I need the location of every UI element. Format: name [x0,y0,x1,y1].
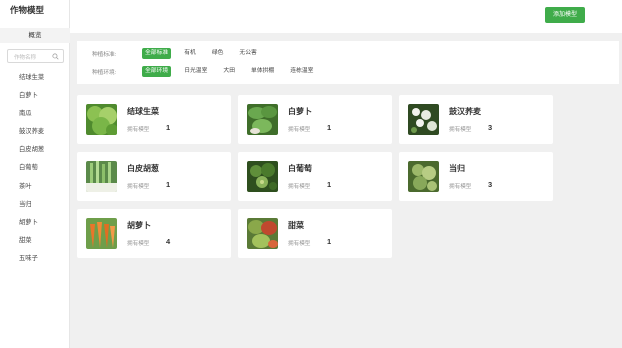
crop-card[interactable]: 当归 拥有模型 3 [399,152,553,201]
crop-name: 鼓汉荞麦 [449,107,481,116]
crop-card[interactable]: 鼓汉荞麦 拥有模型 3 [399,95,553,144]
filter-chip-all-environment[interactable]: 全部环境 [142,65,172,77]
carrot-image [86,218,117,249]
model-count-label: 拥有模型 [449,127,472,133]
model-count: 1 [166,180,171,189]
model-count: 3 [488,123,493,132]
crop-name: 结球生菜 [127,107,159,116]
crop-name: 甜菜 [288,221,304,230]
crop-card-grid: 结球生菜 拥有模型 1 白萝卜 拥有模型 1 鼓汉荞麦 拥有模型 3 白皮胡葱 … [77,95,557,261]
buckwheat-image [408,104,439,135]
sidebar-item-buckwheat[interactable]: 鼓汉荞麦 [19,123,44,141]
sidebar-item-carrot[interactable]: 胡萝卜 [19,214,44,232]
model-count: 1 [327,180,332,189]
filter-chip-organic[interactable]: 有机 [181,48,199,59]
model-count: 3 [488,180,493,189]
sidebar-item-beet[interactable]: 甜菜 [19,232,44,250]
crop-name: 白皮胡葱 [127,164,159,173]
filter-chip-solar-greenhouse[interactable]: 日光温室 [181,66,210,77]
model-count: 4 [166,237,171,246]
filter-chip-field[interactable]: 大田 [220,66,238,77]
sidebar-item-angelica[interactable]: 当归 [19,196,44,214]
sidebar-item-pumpkin[interactable]: 南瓜 [19,105,44,123]
filter-chip-all-standard[interactable]: 全部标准 [142,47,172,59]
crop-card[interactable]: 白葡萄 拥有模型 1 [238,152,392,201]
crop-name: 白萝卜 [288,107,312,116]
crop-card[interactable]: 胡萝卜 拥有模型 4 [77,209,231,258]
sidebar-item-tea[interactable]: 茶叶 [19,178,44,196]
model-count: 1 [327,237,332,246]
model-count-label: 拥有模型 [127,127,150,133]
search-input[interactable]: 作物名称 [7,49,64,63]
beet-image [247,218,278,249]
filter-label-standard: 种植标准: [92,51,117,58]
crop-name: 白葡萄 [288,164,312,173]
model-count-label: 拥有模型 [127,241,150,247]
app-title: 作物模型 [10,5,45,15]
sidebar-item-radish[interactable]: 白萝卜 [19,87,44,105]
crop-card[interactable]: 结球生菜 拥有模型 1 [77,95,231,144]
sidebar-item-schisandra[interactable]: 五味子 [19,250,44,268]
onion-image [86,161,117,192]
model-count: 1 [327,123,332,132]
crop-name: 当归 [449,164,465,173]
sidebar-item-lettuce[interactable]: 结球生菜 [19,69,44,87]
model-count-label: 拥有模型 [127,184,150,190]
filter-chip-multi-span-greenhouse[interactable]: 连栋温室 [287,66,316,77]
top-bar [70,0,622,33]
model-count: 1 [166,123,171,132]
sidebar-item-overview[interactable]: 概览 [0,28,70,43]
model-count-label: 拥有模型 [449,184,472,190]
add-model-button[interactable]: 添加模型 [545,7,585,23]
filter-row-environment: 种植环境: 全部环境 日光温室 大田 单体拱棚 连栋温室 [92,65,326,77]
crop-card[interactable]: 甜菜 拥有模型 1 [238,209,392,258]
crop-card[interactable]: 白皮胡葱 拥有模型 1 [77,152,231,201]
filter-chip-pollution-free[interactable]: 无公害 [236,48,259,59]
sidebar-item-onion[interactable]: 白皮胡葱 [19,141,44,159]
sidebar-nav: 结球生菜 白萝卜 南瓜 鼓汉荞麦 白皮胡葱 白葡萄 茶叶 当归 胡萝卜 甜菜 五… [19,69,44,268]
filter-chip-single-arch-shed[interactable]: 单体拱棚 [248,66,277,77]
search-placeholder: 作物名称 [14,55,37,61]
crop-card[interactable]: 白萝卜 拥有模型 1 [238,95,392,144]
filter-row-standard: 种植标准: 全部标准 有机 绿色 无公害 [92,47,270,59]
search-icon[interactable] [52,53,59,60]
radish-image [247,104,278,135]
sidebar-item-grape[interactable]: 白葡萄 [19,159,44,177]
angelica-image [408,161,439,192]
filter-chip-green[interactable]: 绿色 [209,48,227,59]
filter-label-environment: 种植环境: [92,69,117,76]
lettuce-image [86,104,117,135]
sidebar: 作物模型 概览 作物名称 结球生菜 白萝卜 南瓜 鼓汉荞麦 白皮胡葱 白葡萄 茶… [0,0,70,348]
model-count-label: 拥有模型 [288,241,311,247]
model-count-label: 拥有模型 [288,127,311,133]
crop-name: 胡萝卜 [127,221,151,230]
grape-image [247,161,278,192]
filter-panel: 种植标准: 全部标准 有机 绿色 无公害 种植环境: 全部环境 日光温室 大田 … [77,41,619,84]
model-count-label: 拥有模型 [288,184,311,190]
